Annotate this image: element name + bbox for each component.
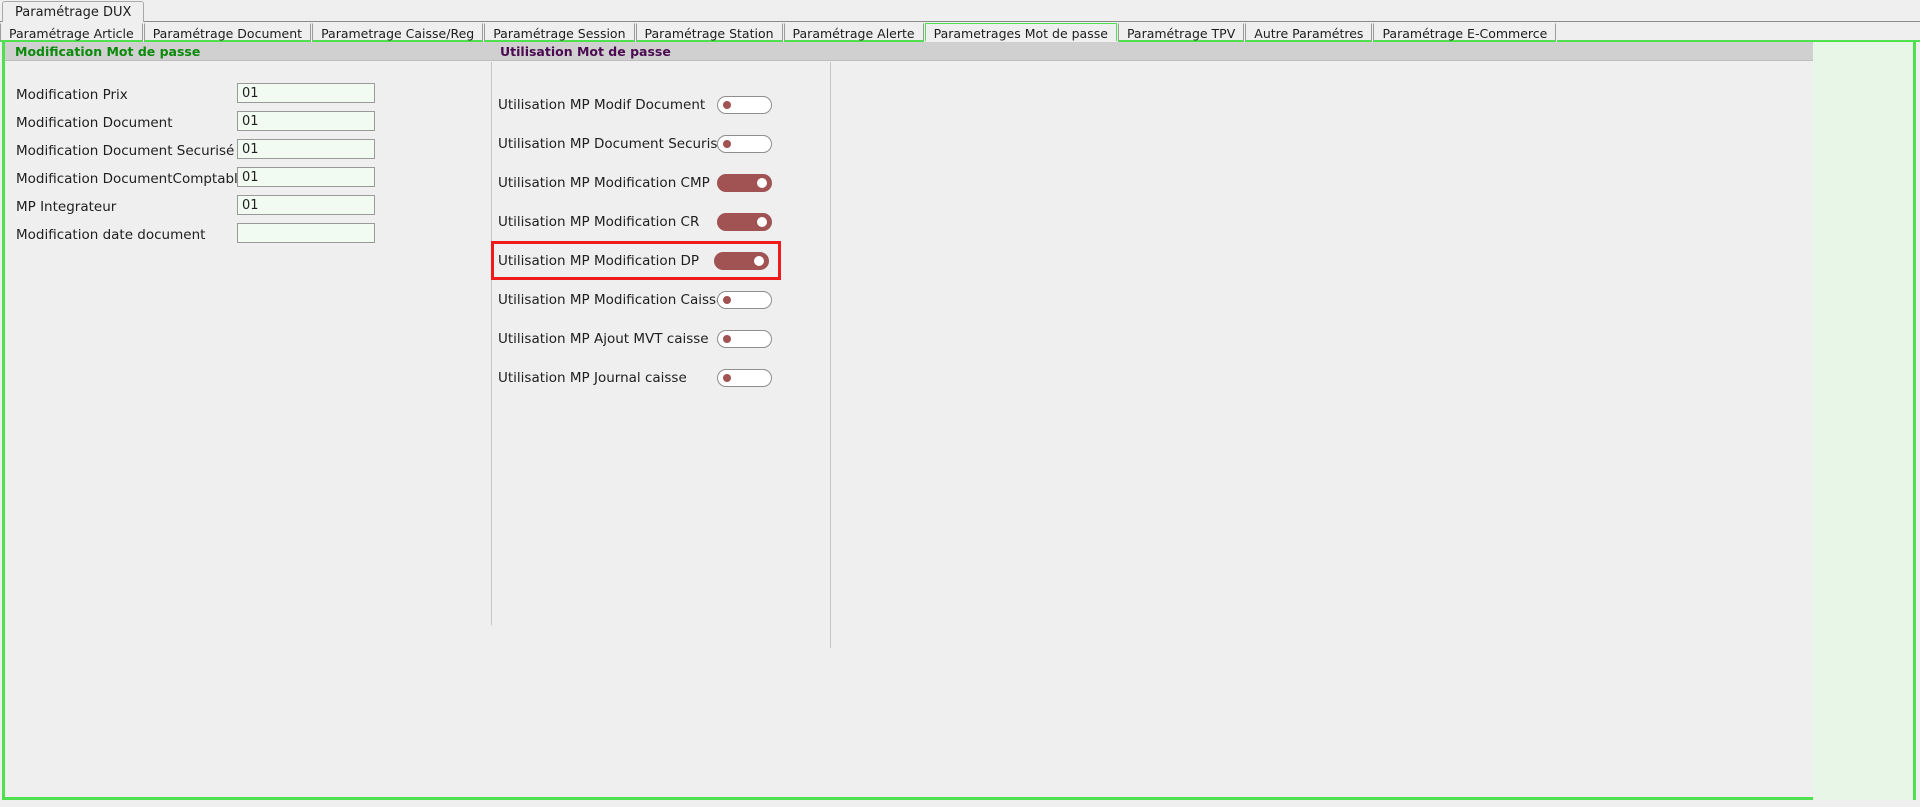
toggle-knob-icon bbox=[723, 295, 731, 304]
usage-password-panel: Utilisation MP Modif Document Utilisation… bbox=[491, 62, 831, 648]
toggle-switch-utilisation-mp-modification-caisse[interactable] bbox=[717, 290, 772, 309]
input-modification-document[interactable] bbox=[237, 111, 375, 131]
toggle-row: Utilisation MP Modification Caisse bbox=[494, 280, 831, 319]
input-modification-document-securis[interactable] bbox=[237, 139, 375, 159]
form-row: Modification Prix bbox=[5, 83, 492, 111]
toggle-row: Utilisation MP Document Securisé bbox=[494, 124, 831, 163]
tab-param-trage-article[interactable]: Paramétrage Article bbox=[0, 23, 143, 42]
toggle-row: Utilisation MP Modification CMP bbox=[494, 163, 831, 202]
section-header-band: Modification Mot de passe Utilisation Mo… bbox=[5, 42, 1813, 61]
toggle-knob-icon bbox=[757, 216, 767, 227]
toggle-knob-icon bbox=[723, 100, 731, 109]
form-label: Modification Prix bbox=[16, 87, 128, 103]
secondary-tab-strip: Paramétrage Article Paramétrage Document P… bbox=[0, 23, 1920, 42]
tab-parametrage-dux-label: Paramétrage DUX bbox=[15, 4, 132, 20]
toggle-knob-icon bbox=[723, 373, 731, 382]
tab-strip-filler bbox=[1557, 23, 1920, 42]
form-label: Modification date document bbox=[16, 227, 206, 243]
right-section-title: Utilisation Mot de passe bbox=[500, 44, 671, 59]
tab-param-trage-document[interactable]: Paramétrage Document bbox=[143, 23, 312, 42]
modification-password-panel: Modification Prix Modification Document Mo… bbox=[5, 62, 492, 625]
tab-param-trage-tpv[interactable]: Paramétrage TPV bbox=[1117, 23, 1245, 42]
toggle-switch-utilisation-mp-modification-cmp[interactable] bbox=[717, 173, 772, 192]
toggle-row: Utilisation MP Modification CR bbox=[494, 202, 831, 241]
input-modification-prix[interactable] bbox=[237, 83, 375, 103]
toggle-knob-icon bbox=[723, 139, 731, 148]
form-row: MP Integrateur bbox=[5, 195, 492, 223]
tab-parametrages-mot-de-passe[interactable]: Parametrages Mot de passe bbox=[924, 23, 1117, 42]
toggle-switch-utilisation-mp-journal-caisse[interactable] bbox=[717, 368, 772, 387]
form-row: Modification DocumentComptable bbox=[5, 167, 492, 195]
form-label: MP Integrateur bbox=[16, 199, 117, 215]
toggle-row: Utilisation MP Modif Document bbox=[494, 85, 831, 124]
toggle-label: Utilisation MP Journal caisse bbox=[498, 369, 687, 386]
right-empty-pane bbox=[1813, 42, 1913, 800]
toggle-row-highlighted: Utilisation MP Modification DP bbox=[491, 241, 781, 280]
tab-param-trage-alerte[interactable]: Paramétrage Alerte bbox=[783, 23, 924, 42]
tab-parametrage-dux[interactable]: Paramétrage DUX bbox=[2, 1, 145, 22]
toggle-label: Utilisation MP Modification Caisse bbox=[498, 291, 725, 308]
form-label: Modification DocumentComptable bbox=[16, 171, 247, 187]
toggle-label: Utilisation MP Modif Document bbox=[498, 96, 706, 113]
toggle-label: Utilisation MP Modification CR bbox=[498, 213, 700, 230]
tab-param-trage-e-commerce[interactable]: Paramétrage E-Commerce bbox=[1373, 23, 1557, 42]
content-frame: Modification Mot de passe Utilisation Mo… bbox=[2, 42, 1916, 800]
input-modification-documentcomptable[interactable] bbox=[237, 167, 375, 187]
tab-autre-param-tres[interactable]: Autre Paramétres bbox=[1245, 23, 1373, 42]
input-modification-date-document[interactable] bbox=[237, 223, 375, 243]
toggle-label: Utilisation MP Document Securisé bbox=[498, 135, 726, 152]
toggle-knob-icon bbox=[723, 334, 731, 343]
tab-parametrage-caisse-reg[interactable]: Parametrage Caisse/Reg bbox=[312, 23, 484, 42]
input-mp-integrateur[interactable] bbox=[237, 195, 375, 215]
tab-param-trage-station[interactable]: Paramétrage Station bbox=[635, 23, 783, 42]
primary-tab-strip: Paramétrage DUX bbox=[0, 0, 1920, 22]
form-row: Modification Document Securisé bbox=[5, 139, 492, 167]
form-label: Modification Document bbox=[16, 115, 173, 131]
toggle-label: Utilisation MP Modification DP bbox=[498, 252, 700, 269]
form-row: Modification Document bbox=[5, 111, 492, 139]
toggle-switch-utilisation-mp-modification-dp[interactable] bbox=[714, 251, 769, 270]
toggle-switch-utilisation-mp-document-securis[interactable] bbox=[717, 134, 772, 153]
toggle-label: Utilisation MP Ajout MVT caisse bbox=[498, 330, 709, 347]
toggle-switch-utilisation-mp-modif-document[interactable] bbox=[717, 95, 772, 114]
tab-param-trage-session[interactable]: Paramétrage Session bbox=[484, 23, 635, 42]
toggle-row: Utilisation MP Journal caisse bbox=[494, 358, 831, 397]
toggle-row: Utilisation MP Ajout MVT caisse bbox=[494, 319, 831, 358]
toggle-knob-icon bbox=[754, 255, 764, 266]
toggle-switch-utilisation-mp-modification-cr[interactable] bbox=[717, 212, 772, 231]
form-label: Modification Document Securisé bbox=[16, 143, 235, 159]
left-section-title: Modification Mot de passe bbox=[15, 44, 201, 59]
form-row: Modification date document bbox=[5, 223, 492, 251]
toggle-switch-utilisation-mp-ajout-mvt-caisse[interactable] bbox=[717, 329, 772, 348]
toggle-label: Utilisation MP Modification CMP bbox=[498, 174, 710, 191]
application-window: Paramétrage DUX Paramétrage Article Param… bbox=[0, 0, 1920, 807]
toggle-knob-icon bbox=[757, 177, 767, 188]
